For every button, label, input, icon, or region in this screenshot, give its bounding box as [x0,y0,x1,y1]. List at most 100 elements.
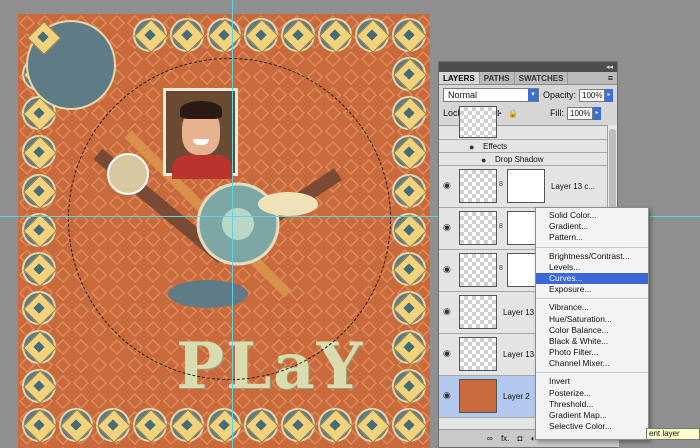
eye-icon[interactable]: ◉ [443,222,451,233]
medal-ornament [392,213,426,247]
menu-item-posterize[interactable]: Posterize... [536,388,648,399]
menu-item-vibrance[interactable]: Vibrance... [536,302,648,313]
menu-item-black-white[interactable]: Black & White... [536,336,648,347]
blend-row: Normal ▾ Opacity: 100% ▸ [439,85,617,105]
fill-input[interactable]: 100% [567,106,593,120]
medal-ornament [318,408,352,442]
layer-row[interactable]: ◉ 8 Layer 13 c... [439,166,609,208]
layer-mask-thumbnail [507,169,545,203]
menu-item-selective-color[interactable]: Selective Color... [536,421,648,432]
medal-ornament [59,408,93,442]
medal-ornament [392,252,426,286]
link-icon: 8 [499,181,503,188]
eye-icon[interactable]: ◉ [443,348,451,359]
menu-item-pattern[interactable]: Pattern... [536,232,648,243]
menu-item-gradient[interactable]: Gradient... [536,221,648,232]
menu-item-curves[interactable]: Curves... [536,272,648,285]
medal-ornament [133,18,167,52]
layer-thumbnail [459,211,497,245]
blend-mode-value: Normal [448,90,478,100]
medal-ornament [392,330,426,364]
medal-ornament [22,369,56,403]
medal-ornament [170,18,204,52]
mask-icon[interactable]: ◘ [518,434,523,443]
menu-item-photo-filter[interactable]: Photo Filter... [536,347,648,358]
menu-separator [536,246,648,248]
opacity-label: Opacity: [542,90,576,100]
menu-item-solid-color[interactable]: Solid Color... [536,210,648,221]
opacity-stepper-icon[interactable]: ▸ [605,88,613,102]
panel-titlebar[interactable]: ◂◂ [439,62,617,72]
menu-separator [536,372,648,374]
menu-item-exposure[interactable]: Exposure... [536,284,648,295]
medal-ornament [355,408,389,442]
medal-ornament [22,174,56,208]
collapse-icon[interactable]: ◂◂ [606,63,613,71]
medal-ornament [22,135,56,169]
medal-ornament [244,408,278,442]
circular-selection-marquee [68,58,391,380]
eye-icon[interactable]: ● [481,155,486,165]
medal-ornament [392,369,426,403]
panel-tabs: LAYERS PATHS SWATCHES ≡ [439,72,617,85]
layer-name: Layer 2 [503,392,530,401]
medal-ornament [133,408,167,442]
layer-name: Layer 13 [503,350,535,359]
menu-separator [536,298,648,300]
medal-ornament [22,291,56,325]
adjustment-layer-menu: Solid Color... Gradient... Pattern... Brigh… [535,207,649,440]
panel-menu-icon[interactable]: ≡ [608,72,613,85]
tab-paths[interactable]: PATHS [480,72,515,84]
layer-thumbnail [459,169,497,203]
medal-ornament [392,96,426,130]
menu-item-channel-mixer[interactable]: Channel Mixer... [536,358,648,369]
eye-icon[interactable]: ● [469,142,474,152]
effects-row[interactable]: ● Effects [439,140,609,153]
blend-mode-select[interactable]: Normal ▾ [443,88,539,102]
eye-icon[interactable]: ◉ [443,264,451,275]
eye-icon[interactable]: ◉ [443,306,451,317]
effects-label: Effects [483,142,508,151]
fill-label: Fill: [550,108,564,118]
fx-button[interactable]: fx. [501,434,509,443]
menu-item-levels[interactable]: Levels... [536,262,648,273]
layer-thumbnail [459,379,497,413]
link-icon: 8 [499,265,503,272]
medal-ornament [207,408,241,442]
layer-thumbnail [459,106,497,138]
chevron-down-icon: ▾ [527,89,538,101]
vertical-guide [232,0,233,448]
medal-ornament [170,408,204,442]
tab-layers[interactable]: LAYERS [439,72,480,84]
fill-stepper-icon[interactable]: ▸ [593,106,601,120]
menu-item-gradient-map[interactable]: Gradient Map... [536,410,648,421]
large-medal-ornament [26,20,116,110]
medal-ornament [96,408,130,442]
opacity-input[interactable]: 100% [579,88,605,102]
menu-item-color-balance[interactable]: Color Balance... [536,325,648,336]
medal-ornament [392,135,426,169]
tooltip: ent layer [646,428,700,440]
eye-icon[interactable]: ◉ [443,180,451,191]
drop-shadow-row[interactable]: ● Drop Shadow [439,153,609,166]
menu-item-threshold[interactable]: Threshold... [536,399,648,410]
menu-item-brightness-contrast[interactable]: Brightness/Contrast... [536,251,648,262]
layer-partial-top[interactable] [439,106,609,140]
link-icon[interactable]: ∞ [487,434,493,443]
medal-ornament [22,213,56,247]
lock-all-icon[interactable]: 🔒 [508,109,518,118]
medal-ornament [355,18,389,52]
medal-ornament [392,291,426,325]
medal-ornament [207,18,241,52]
medal-ornament [244,18,278,52]
tab-swatches[interactable]: SWATCHES [515,72,569,84]
menu-item-hue-saturation[interactable]: Hue/Saturation... [536,314,648,325]
medal-ornament [22,252,56,286]
medal-ornament [392,18,426,52]
layer-name: Layer 13 c... [551,182,596,191]
menu-item-invert[interactable]: Invert [536,376,648,387]
layer-thumbnail [459,295,497,329]
layer-thumbnail [459,253,497,287]
eye-icon[interactable]: ◉ [443,390,451,401]
medal-ornament [318,18,352,52]
